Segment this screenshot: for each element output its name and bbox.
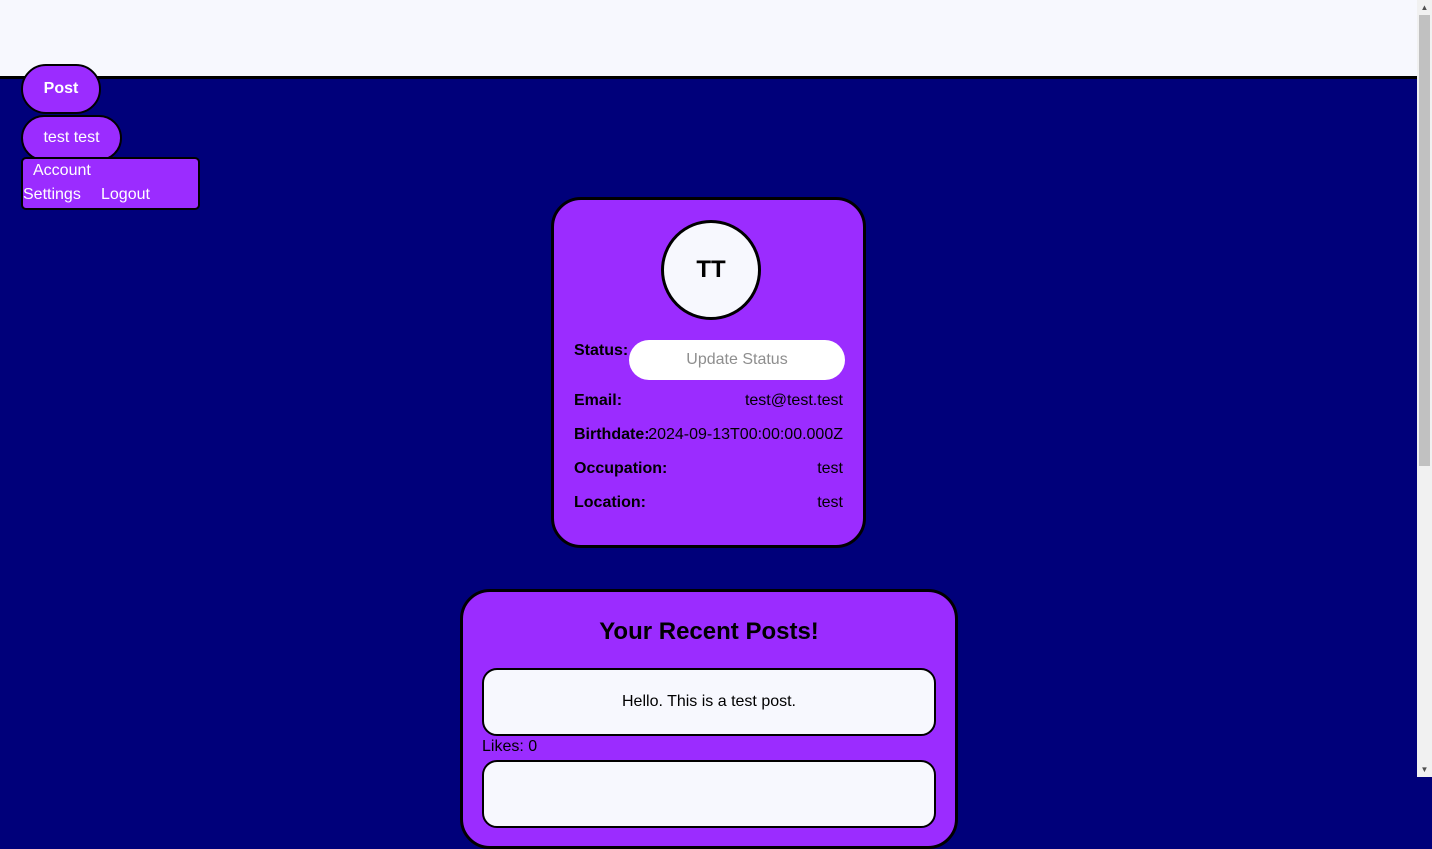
account-settings-link-line2[interactable]: Settings (23, 186, 81, 204)
occupation-value: test (817, 460, 843, 477)
post-button[interactable]: Post (21, 64, 101, 114)
avatar: TT (661, 220, 761, 320)
post-content: Hello. This is a test post. (622, 693, 796, 710)
account-settings-link[interactable]: Account (33, 162, 91, 180)
scroll-up-icon[interactable]: ▲ (1417, 0, 1432, 15)
location-value: test (817, 494, 843, 511)
recent-posts-title: Your Recent Posts! (599, 618, 819, 645)
user-dropdown-menu: Account Settings Logout (21, 157, 200, 210)
email-label: Email: (574, 392, 623, 409)
email-value: test@test.test (744, 392, 843, 409)
profile-card: TT Status: Email: test@test.test Birthda… (551, 197, 866, 548)
post-likes: Likes: 0 (482, 738, 538, 755)
top-bar (0, 0, 1417, 79)
birthdate-value: 2024-09-13T00:00:00.000Z (648, 426, 843, 443)
birthdate-label: Birthdate: (574, 426, 650, 443)
location-label: Location: (574, 494, 646, 511)
occupation-label: Occupation: (574, 460, 668, 477)
logout-link[interactable]: Logout (101, 186, 150, 204)
user-menu-button[interactable]: test test (21, 115, 122, 161)
scroll-thumb[interactable] (1419, 15, 1430, 466)
status-label: Status: (574, 342, 629, 359)
post-card[interactable]: Hello. This is a test post. (482, 668, 936, 736)
status-input[interactable] (629, 340, 845, 380)
post-card[interactable] (482, 760, 936, 828)
scroll-down-icon[interactable]: ▼ (1417, 762, 1432, 777)
recent-posts-panel: Your Recent Posts! Hello. This is a test… (460, 589, 958, 849)
page-scrollbar[interactable]: ▲ ▼ (1417, 0, 1432, 777)
